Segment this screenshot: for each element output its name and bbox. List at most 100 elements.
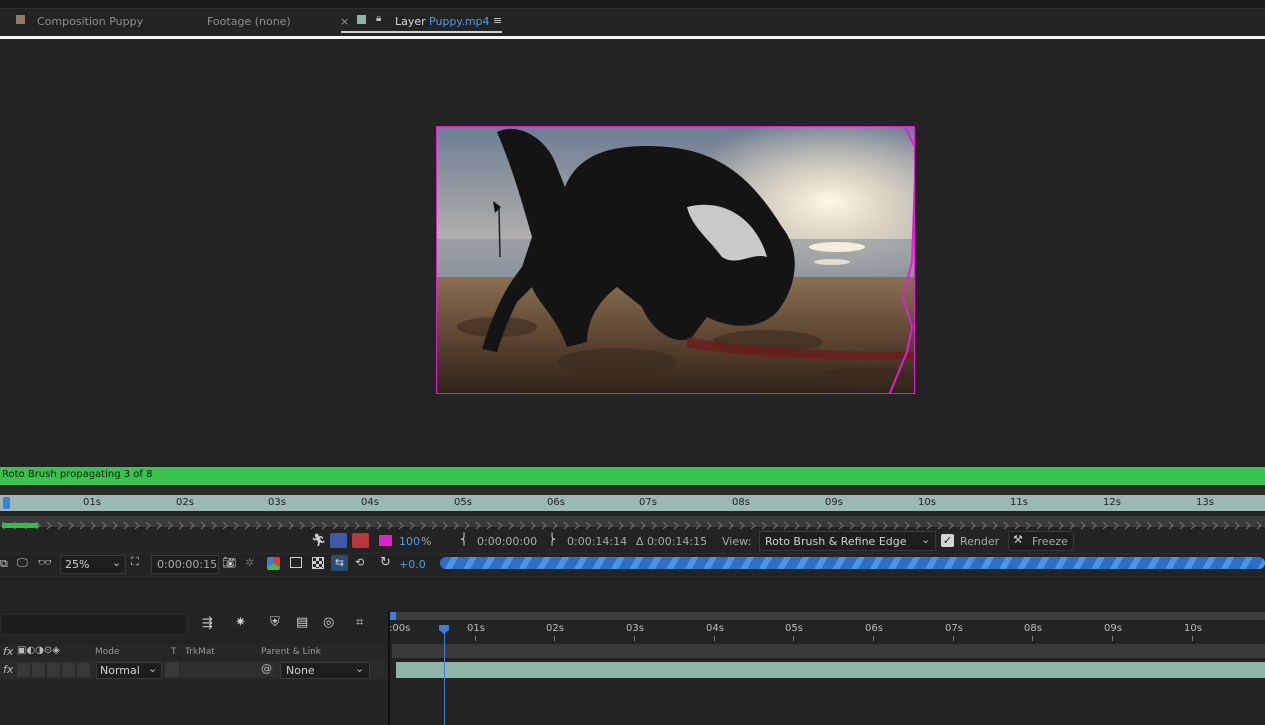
layer-ruler-tick: 08s xyxy=(732,497,750,508)
shy-layers-icon[interactable]: ⛨ xyxy=(270,615,280,630)
transparency-grid-icon[interactable] xyxy=(312,557,324,569)
channel-rgb-icon[interactable] xyxy=(267,557,280,570)
layer-ruler-tick: 04s xyxy=(361,497,379,508)
layer-color-swatch xyxy=(357,15,366,24)
fx-icon[interactable]: fx xyxy=(3,645,13,658)
in-time-value[interactable]: 0:00:00:00 xyxy=(477,535,537,548)
layer-ruler-tick: 01s xyxy=(83,497,101,508)
exposure-value[interactable]: +0.0 xyxy=(399,558,426,571)
view-select-value: Roto Brush & Refine Edge xyxy=(765,535,907,548)
top-toolbar-strip xyxy=(0,0,1265,9)
panel-menu-icon[interactable]: ≡ xyxy=(493,14,502,27)
header-track-row xyxy=(392,644,1265,658)
overlay-opacity-unit: % xyxy=(421,535,432,548)
overlay-opacity-value[interactable]: 100 xyxy=(399,535,420,548)
toggle-view-options-icon[interactable]: ⇆ xyxy=(331,555,348,571)
vr-glasses-icon[interactable]: 👓︎ xyxy=(38,556,52,569)
ruler-tick-mark xyxy=(1032,636,1033,641)
tab-footage[interactable]: Footage (none) xyxy=(207,15,291,28)
always-preview-icon[interactable]: ⧉ xyxy=(0,557,8,571)
timeline-ruler-tick: 01s xyxy=(467,623,485,634)
layer-ruler-tick: 12s xyxy=(1103,497,1121,508)
chevron-down-icon: ⌄ xyxy=(112,556,122,569)
reset-exposure-icon[interactable]: ↻ xyxy=(380,555,391,570)
duration-value: Δ 0:00:14:15 xyxy=(636,535,708,548)
lock-icon[interactable]: 🔒︎ xyxy=(376,13,381,24)
layer-ruler-tick: 06s xyxy=(547,497,565,508)
graph-editor-icon[interactable]: ⌗ xyxy=(356,615,363,630)
blend-mode-value: Normal xyxy=(100,664,140,677)
ruler-tick-mark xyxy=(554,636,555,641)
roto-progress-bar xyxy=(0,467,1265,485)
column-t[interactable]: T xyxy=(171,647,177,657)
layer-search-input[interactable] xyxy=(0,614,188,635)
pickwhip-icon[interactable]: @ xyxy=(261,662,272,675)
roto-span-bar[interactable] xyxy=(0,516,1265,531)
show-channel-icon[interactable]: ⟲ xyxy=(355,556,364,569)
video-frame-puppy[interactable] xyxy=(436,126,915,394)
tab-layer-link[interactable]: Puppy.mp4 xyxy=(429,15,490,28)
track-matte-cell[interactable] xyxy=(165,662,179,677)
person-icon[interactable]: 🏃︎ xyxy=(311,533,326,547)
set-out-point-icon[interactable]: ⎬ xyxy=(548,533,556,546)
alpha-view-button[interactable] xyxy=(330,533,347,548)
overlay-color-swatch[interactable] xyxy=(379,535,392,546)
work-area-start-handle[interactable] xyxy=(390,612,396,620)
layer-ruler-tick: 13s xyxy=(1196,497,1214,508)
ruler-tick-mark xyxy=(793,636,794,641)
zoom-value: 25% xyxy=(65,558,90,571)
timeline-ruler-tick: 08s xyxy=(1024,623,1042,634)
column-parent-link[interactable]: Parent & Link xyxy=(261,647,321,657)
timeline-ruler-tick: :00s xyxy=(389,623,411,634)
column-trkmat[interactable]: TrkMat xyxy=(185,647,215,657)
layer-ruler-playhead-icon[interactable] xyxy=(3,497,10,509)
parent-value: None xyxy=(286,664,315,677)
timeline-ruler-tick: 05s xyxy=(785,623,803,634)
layer-fx-icon[interactable]: fx xyxy=(3,663,13,676)
ruler-tick-mark xyxy=(953,636,954,641)
foreground-view-button[interactable] xyxy=(352,533,369,548)
chevron-down-icon: ⌄ xyxy=(148,662,158,675)
switches-icons[interactable]: ▣◐◑⊙◈ xyxy=(17,645,60,656)
layer-ruler-tick: 11s xyxy=(1010,497,1028,508)
ruler-tick-mark xyxy=(475,636,476,641)
ruler-top-strip xyxy=(0,487,1265,495)
timeline-ruler-tick: 06s xyxy=(865,623,883,634)
composition-flowchart-icon[interactable]: ⇶ xyxy=(202,616,213,631)
freeze-label: Freeze xyxy=(1032,535,1068,548)
render-checkbox[interactable]: ✓ xyxy=(941,534,954,547)
composition-color-swatch xyxy=(16,15,25,24)
frame-blending-icon[interactable]: ▤ xyxy=(296,615,308,630)
layer-ruler-tick: 05s xyxy=(454,497,472,508)
layer-switch-cells[interactable] xyxy=(17,663,91,677)
timeline-ruler[interactable] xyxy=(390,620,1265,642)
layer-duration-bar[interactable] xyxy=(396,662,1265,678)
puppy-beach-image xyxy=(437,127,914,393)
layer-ruler-tick: 03s xyxy=(268,497,286,508)
tab-layer-close-icon[interactable]: × xyxy=(340,15,349,28)
timeline-playhead[interactable] xyxy=(444,626,445,725)
show-snapshot-icon[interactable]: ✲ xyxy=(245,556,254,569)
layer-ruler-tick: 10s xyxy=(918,497,936,508)
monitor-icon[interactable]: 🖵︎ xyxy=(17,556,28,570)
layer-ruler-tick: 09s xyxy=(825,497,843,508)
chevron-down-icon: ⌄ xyxy=(921,533,931,546)
motion-blur-icon[interactable]: ◎ xyxy=(323,615,334,630)
render-label: Render xyxy=(960,535,1000,548)
active-tab-underline xyxy=(341,31,502,33)
ruler-tick-mark xyxy=(1192,636,1193,641)
column-mode[interactable]: Mode xyxy=(95,647,120,657)
timeline-ruler-tick: 04s xyxy=(706,623,724,634)
snapshot-icon[interactable]: 📷︎ xyxy=(222,556,236,569)
region-of-interest-icon[interactable] xyxy=(290,557,302,568)
draft-3d-icon[interactable]: ✷ xyxy=(235,615,246,630)
tab-layer[interactable]: Layer xyxy=(395,15,426,28)
timeline-divider[interactable] xyxy=(388,612,390,725)
work-area-bar[interactable] xyxy=(390,612,1265,620)
timeline-ruler-tick: 09s xyxy=(1104,623,1122,634)
safe-margins-icon[interactable]: ⛶ xyxy=(131,555,139,569)
tab-composition[interactable]: Composition Puppy xyxy=(37,15,143,28)
out-time-value[interactable]: 0:00:14:14 xyxy=(567,535,627,548)
chevron-down-icon: ⌄ xyxy=(355,662,365,675)
set-in-point-icon[interactable]: ⎨ xyxy=(460,533,468,546)
